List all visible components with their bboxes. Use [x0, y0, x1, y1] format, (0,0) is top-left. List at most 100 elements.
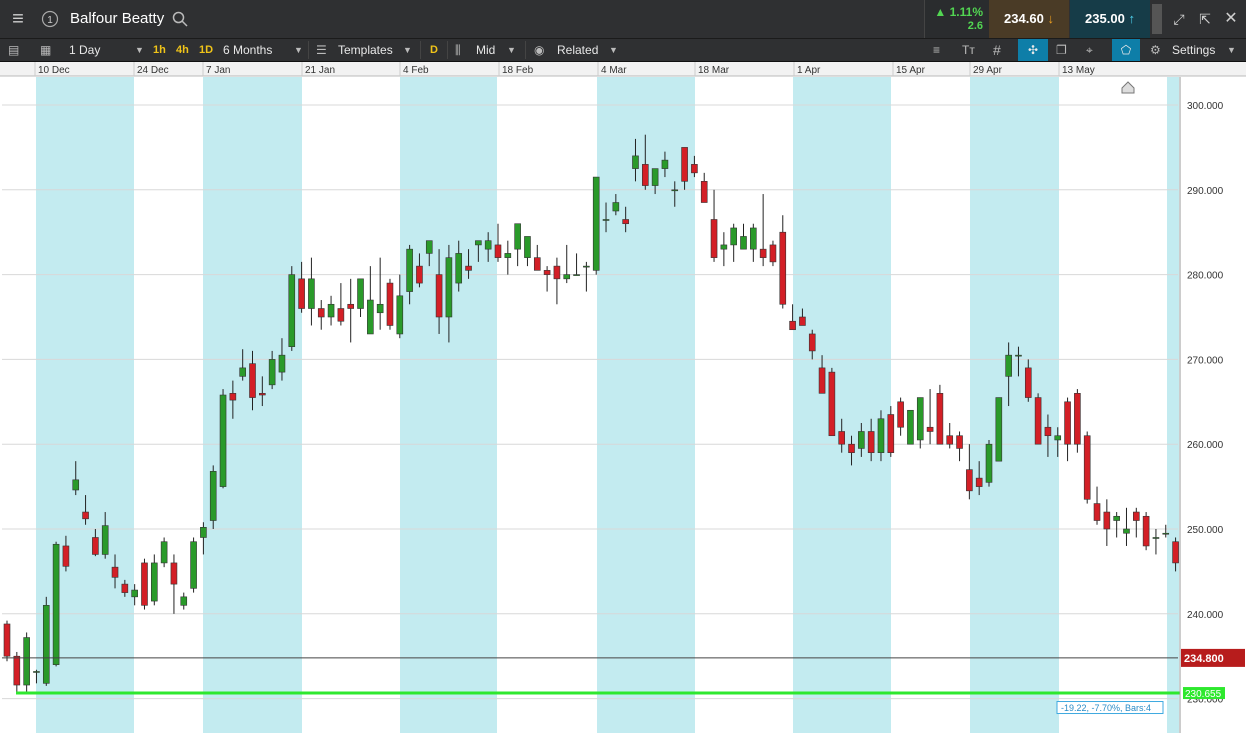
candle-body[interactable] [750, 227, 757, 250]
buy-price-button[interactable]: 235.00 ↑ [1070, 0, 1150, 38]
copy-icon[interactable]: ❐ [1056, 39, 1067, 61]
layout-icon[interactable]: ▦ [40, 39, 51, 61]
candle-body[interactable] [740, 236, 747, 250]
candle-body[interactable] [838, 431, 846, 445]
candle-body[interactable] [916, 397, 924, 441]
chevron-down-icon[interactable]: ▼ [135, 39, 144, 61]
candle-body[interactable] [455, 253, 463, 284]
candle-body[interactable] [13, 655, 21, 686]
gear-icon[interactable]: ⚙ [1150, 39, 1161, 61]
candle-body[interactable] [259, 393, 266, 396]
candle-body[interactable] [396, 295, 404, 335]
candle-body[interactable] [92, 537, 99, 555]
candle-body[interactable] [347, 303, 355, 309]
candle-body[interactable] [936, 393, 944, 445]
candle-body[interactable] [1113, 515, 1120, 521]
candle-body[interactable] [632, 155, 639, 169]
candle-body[interactable] [1015, 354, 1022, 357]
candle-body[interactable] [1074, 393, 1081, 445]
sell-price-button[interactable]: 234.60 ↓ [989, 0, 1069, 38]
candle-body[interactable] [288, 274, 296, 347]
candle-body[interactable] [524, 236, 531, 258]
candle-body[interactable] [445, 257, 453, 318]
candle-body[interactable] [907, 409, 914, 445]
candle-body[interactable] [641, 164, 649, 186]
candle-body[interactable] [592, 176, 600, 271]
candle-body[interactable] [573, 274, 580, 276]
candle-body[interactable] [435, 274, 443, 318]
candle-body[interactable] [367, 299, 374, 335]
candle-body[interactable] [956, 435, 963, 449]
candle-body[interactable] [730, 227, 737, 246]
interval-dropdown[interactable]: 1 Day [69, 39, 100, 61]
candle-body[interactable] [308, 278, 315, 309]
candle-body[interactable] [818, 367, 826, 394]
candle-body[interactable] [416, 265, 423, 284]
candle-body[interactable] [995, 397, 1003, 462]
candle-body[interactable] [789, 320, 796, 331]
candle-body[interactable] [1083, 435, 1091, 500]
candle-body[interactable] [858, 431, 865, 449]
candle-body[interactable] [720, 244, 728, 250]
candle-body[interactable] [1172, 541, 1179, 564]
candle-body[interactable] [317, 308, 325, 318]
candle-body[interactable] [42, 605, 50, 684]
candle-body[interactable] [278, 354, 286, 373]
candle-body[interactable] [239, 367, 246, 377]
range-dropdown[interactable]: 6 Months [223, 39, 272, 61]
settings-button[interactable]: Settings [1172, 39, 1215, 61]
popout-icon[interactable]: ⇱ [1194, 0, 1216, 38]
candle-body[interactable] [710, 219, 718, 258]
grip-handle[interactable] [1152, 4, 1162, 34]
text-size-icon[interactable]: Tт [962, 39, 975, 61]
candle-body[interactable] [1093, 503, 1101, 521]
search-icon[interactable] [170, 0, 190, 38]
candle-body[interactable] [828, 371, 836, 437]
candle-body[interactable] [131, 589, 138, 598]
candle-body[interactable] [514, 223, 521, 250]
mode-d-button[interactable]: D [430, 39, 438, 61]
candle-body[interactable] [72, 479, 80, 491]
related-button[interactable]: Related [557, 39, 598, 61]
chevron-down-icon[interactable]: ▼ [294, 39, 303, 61]
candle-body[interactable] [327, 303, 335, 318]
candle-body[interactable] [1064, 401, 1071, 445]
candle-body[interactable] [23, 637, 30, 686]
candle-body[interactable] [151, 562, 158, 602]
candle-body[interactable] [357, 278, 364, 309]
candle-body[interactable] [160, 541, 168, 564]
candle-body[interactable] [111, 566, 119, 578]
candle-body[interactable] [946, 435, 954, 445]
window-number-icon[interactable]: 1 [38, 0, 62, 38]
candle-body[interactable] [622, 219, 629, 225]
align-icon[interactable]: ≡ [933, 39, 940, 61]
candle-body[interactable] [209, 471, 217, 521]
chevron-down-icon[interactable]: ▼ [403, 39, 412, 61]
tag-icon[interactable]: ⬠ [1112, 39, 1140, 61]
candle-body[interactable] [33, 671, 40, 673]
candle-body[interactable] [494, 244, 502, 258]
candle-body[interactable] [504, 253, 512, 258]
candle-body[interactable] [1044, 426, 1052, 437]
candle-body[interactable] [268, 359, 276, 386]
candle-body[interactable] [583, 265, 590, 268]
candle-body[interactable] [769, 244, 777, 263]
candle-body[interactable] [1152, 537, 1160, 539]
candle-body[interactable] [975, 477, 983, 487]
candle-body[interactable] [170, 562, 178, 585]
instrument-title[interactable]: Balfour Beatty [70, 0, 164, 38]
chevron-down-icon[interactable]: ▼ [609, 39, 618, 61]
grid-icon[interactable]: # [993, 39, 1001, 61]
candle-body[interactable] [612, 202, 620, 212]
candle-body[interactable] [700, 181, 708, 203]
candle-body[interactable] [759, 248, 767, 258]
candle-body[interactable] [465, 265, 472, 271]
home-marker-icon[interactable] [1121, 81, 1135, 94]
candle-body[interactable] [661, 159, 669, 169]
quick-4h-button[interactable]: 4h [176, 39, 189, 61]
candle-body[interactable] [543, 270, 551, 275]
candle-body[interactable] [121, 583, 129, 593]
hamburger-menu-icon[interactable]: ≡ [0, 0, 36, 38]
candle-body[interactable] [62, 545, 70, 567]
candle-body[interactable] [484, 240, 492, 250]
